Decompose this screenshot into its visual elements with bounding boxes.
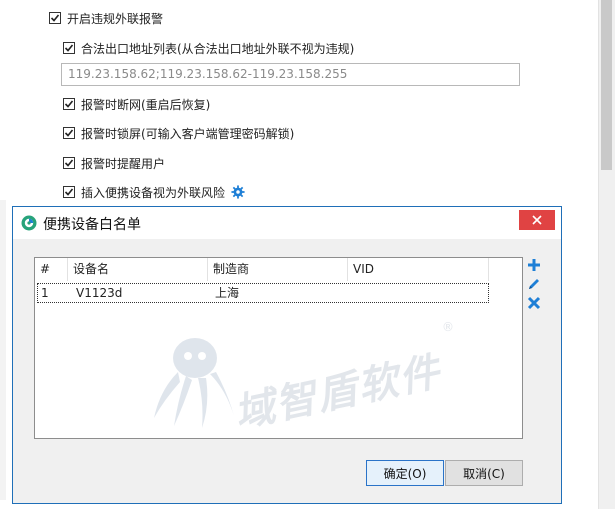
panel-left-edge <box>0 200 6 500</box>
lock-on-alarm-label: 报警时锁屏(可输入客户端管理密码解锁) <box>81 126 295 141</box>
notify-on-alarm-checkbox[interactable] <box>63 157 75 169</box>
usb-as-risk-option[interactable]: 插入便携设备视为外联风险 <box>63 184 245 200</box>
gear-icon[interactable] <box>231 185 245 199</box>
usb-as-risk-checkbox[interactable] <box>63 186 75 198</box>
close-icon <box>532 215 542 225</box>
enable-alarm-checkbox[interactable] <box>49 12 61 24</box>
add-button[interactable] <box>526 257 542 273</box>
disconnect-on-alarm-option[interactable]: 报警时断网(重启后恢复) <box>63 96 210 112</box>
lock-on-alarm-option[interactable]: 报警时锁屏(可输入客户端管理密码解锁) <box>63 125 294 141</box>
delete-button[interactable] <box>526 295 542 311</box>
disconnect-on-alarm-label: 报警时断网(重启后恢复) <box>81 97 211 112</box>
plus-icon <box>528 259 540 271</box>
lock-on-alarm-checkbox[interactable] <box>63 127 75 139</box>
row-vendor: 上海 <box>215 286 240 300</box>
column-header-index[interactable]: # <box>35 258 68 281</box>
disconnect-on-alarm-checkbox[interactable] <box>63 98 75 110</box>
table-row[interactable]: 1 V1123d 上海 <box>37 283 489 303</box>
row-index: 1 <box>41 286 49 300</box>
enable-alarm-label: 开启违规外联报警 <box>67 11 164 26</box>
usb-whitelist-dialog: 便携设备白名单 # 设备名 制造商 VID 1 V1123d 上海 确定(O) … <box>12 206 562 504</box>
list-header: # 设备名 制造商 VID <box>35 258 489 281</box>
row-vid <box>352 284 490 302</box>
notify-on-alarm-option[interactable]: 报警时提醒用户 <box>63 155 165 171</box>
x-icon <box>527 296 541 310</box>
close-button[interactable] <box>519 210 555 230</box>
pencil-icon <box>529 279 539 289</box>
legal-exit-list-label: 合法出口地址列表(从合法出口地址外联不视为违规) <box>81 41 355 56</box>
column-header-vendor[interactable]: 制造商 <box>208 258 348 281</box>
notify-on-alarm-label: 报警时提醒用户 <box>81 156 166 171</box>
app-logo-icon <box>21 215 37 231</box>
scrollbar-thumb[interactable] <box>601 0 612 170</box>
dialog-titlebar[interactable]: 便携设备白名单 <box>13 207 561 239</box>
ok-button[interactable]: 确定(O) <box>366 460 444 486</box>
legal-exit-list-option[interactable]: 合法出口地址列表(从合法出口地址外联不视为违规) <box>63 40 354 56</box>
cancel-button[interactable]: 取消(C) <box>445 460 523 486</box>
enable-alarm-option[interactable]: 开启违规外联报警 <box>49 10 163 26</box>
device-list[interactable]: # 设备名 制造商 VID 1 V1123d 上海 <box>34 257 523 439</box>
edit-button[interactable] <box>526 276 542 292</box>
usb-as-risk-label: 插入便携设备视为外联风险 <box>81 185 226 200</box>
row-device-name: V1123d <box>76 286 123 300</box>
column-header-device[interactable]: 设备名 <box>68 258 208 281</box>
legal-exit-list-checkbox[interactable] <box>63 42 75 54</box>
dialog-title: 便携设备白名单 <box>43 217 141 233</box>
legal-exit-ip-input[interactable]: 119.23.158.62;119.23.158.62-119.23.158.2… <box>61 63 520 86</box>
column-header-vid[interactable]: VID <box>348 258 489 281</box>
